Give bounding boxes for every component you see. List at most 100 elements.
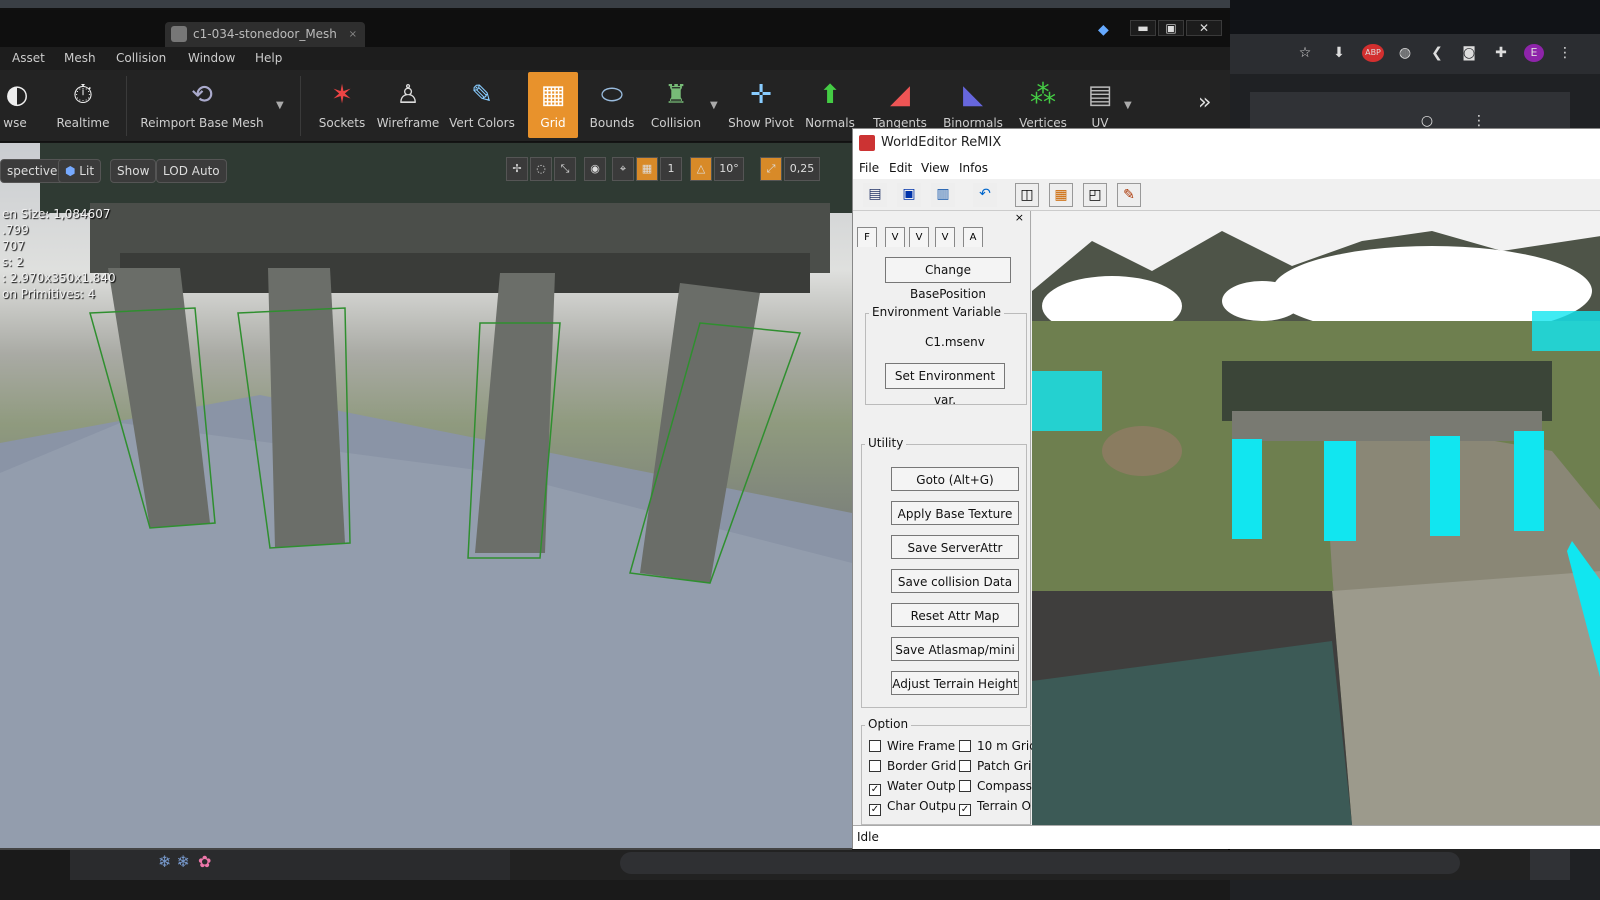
checkbox[interactable]	[959, 760, 971, 772]
adjust-terrain-height-button[interactable]: Adjust Terrain Height	[891, 671, 1019, 695]
menu-asset[interactable]: Asset	[12, 51, 45, 65]
scale-snap-value[interactable]: 0,25	[784, 157, 820, 181]
globe-icon[interactable]: ◍	[1396, 44, 1414, 62]
lit-button[interactable]: ⬢ Lit	[58, 159, 102, 183]
toolbar-collision[interactable]: ♜ Collision	[646, 72, 706, 138]
checkbox[interactable]	[959, 780, 971, 792]
lod-button[interactable]: LOD Auto	[156, 159, 227, 183]
save-serverattr-button[interactable]: Save ServerAttr	[891, 535, 1019, 559]
open-icon[interactable]: ▣	[897, 183, 921, 207]
toolbar-wireframe[interactable]: ♙ Wireframe	[376, 72, 440, 138]
checkbox-checked[interactable]: ✓	[869, 784, 881, 796]
save-icon[interactable]: ▥	[931, 183, 955, 207]
scale-mode-icon[interactable]: ⤡	[554, 157, 576, 181]
rotation-snap-value[interactable]: 10°	[714, 157, 744, 181]
checkbox-checked[interactable]: ✓	[869, 804, 881, 816]
kebab-menu-icon[interactable]: ⋮	[1556, 44, 1574, 62]
avatar[interactable]: E	[1524, 44, 1544, 62]
we-menu-edit[interactable]: Edit	[889, 161, 912, 175]
surface-snap-icon[interactable]: ⌖	[612, 157, 634, 181]
camera-icon[interactable]: ◙	[1460, 44, 1478, 62]
panel-close-icon[interactable]: ×	[1015, 211, 1024, 224]
option-patch-grid[interactable]: Patch Gric	[959, 759, 1038, 773]
new-file-icon[interactable]: ▤	[863, 183, 887, 207]
adblock-icon[interactable]: ABP	[1362, 44, 1384, 62]
move-mode-icon[interactable]: ✢	[506, 157, 528, 181]
checkbox[interactable]	[869, 740, 881, 752]
rotation-snap-icon[interactable]: △	[690, 157, 712, 181]
checkbox[interactable]	[959, 740, 971, 752]
object-icon[interactable]: ◰	[1083, 183, 1107, 207]
perspective-button[interactable]: spective	[0, 159, 65, 183]
toolbar-grid[interactable]: ▦ Grid	[528, 72, 578, 138]
overflow-chevron-icon[interactable]: »	[1198, 90, 1211, 115]
panel-tab[interactable]: V	[909, 227, 929, 247]
option-char-output[interactable]: ✓ Char Outpu	[869, 799, 956, 816]
scale-snap-icon[interactable]: ⤢	[760, 157, 782, 181]
panel-tab[interactable]: A	[963, 227, 983, 247]
reset-attr-map-button[interactable]: Reset Attr Map	[891, 603, 1019, 627]
toolbar-browse[interactable]: ◐ wse	[0, 72, 30, 138]
camera-view-icon[interactable]: ◫	[1015, 183, 1039, 207]
taskbar-strip: ❄ ❄ ✿	[70, 846, 510, 880]
checkbox[interactable]	[869, 760, 881, 772]
option-compass[interactable]: Compass	[959, 779, 1032, 793]
grid-snap-icon[interactable]: ▦	[636, 157, 658, 181]
flower-icon: ✿	[198, 852, 212, 871]
we-menu-view[interactable]: View	[921, 161, 949, 175]
panel-tab[interactable]: V	[935, 227, 955, 247]
menu-window[interactable]: Window	[188, 51, 235, 65]
we-menu-infos[interactable]: Infos	[959, 161, 988, 175]
goto-button[interactable]: Goto (Alt+G)	[891, 467, 1019, 491]
we-menu-file[interactable]: File	[859, 161, 879, 175]
toolbar-show-pivot[interactable]: ✛ Show Pivot	[726, 72, 796, 138]
panel-tab[interactable]: F	[857, 227, 877, 247]
minimize-button[interactable]: ▬	[1130, 20, 1156, 36]
toolbar-vert-colors[interactable]: ✎ Vert Colors	[446, 72, 518, 138]
option-border-grid[interactable]: Border Grid	[869, 759, 956, 773]
world-space-icon[interactable]: ◉	[584, 157, 606, 181]
ue-viewport[interactable]: spective ⬢ Lit Show LOD Auto ✢ ◌ ⤡ ◉ ⌖ ▦…	[0, 143, 852, 848]
grid-size-value[interactable]: 1	[660, 157, 682, 181]
menu-mesh[interactable]: Mesh	[64, 51, 96, 65]
set-environment-button[interactable]: Set Environment var.	[885, 363, 1005, 407]
close-button[interactable]: ✕	[1186, 20, 1222, 36]
save-collision-data-button[interactable]: Save collision Data	[891, 569, 1019, 593]
option-water-output[interactable]: ✓ Water Outp	[869, 779, 956, 796]
we-3d-view[interactable]	[1032, 211, 1600, 825]
show-button[interactable]: Show	[110, 159, 157, 183]
chevron-down-icon[interactable]: ▼	[710, 100, 718, 111]
change-baseposition-button[interactable]: Change BasePosition	[885, 257, 1011, 301]
toolbar-realtime[interactable]: ⏱ Realtime	[50, 72, 116, 138]
menu-collision[interactable]: Collision	[116, 51, 166, 65]
toolbar-reimport[interactable]: ⟲ Reimport Base Mesh	[138, 72, 266, 138]
panel-tab[interactable]: V	[885, 227, 905, 247]
apply-base-texture-button[interactable]: Apply Base Texture	[891, 501, 1019, 525]
extension-icon[interactable]: ⬇	[1330, 44, 1348, 62]
tab-close-icon[interactable]: ×	[349, 22, 357, 47]
chevron-down-icon[interactable]: ▼	[1124, 100, 1132, 111]
ue-asset-tab[interactable]: c1-034-stonedoor_Mesh ×	[165, 22, 365, 47]
brush-icon[interactable]: ✎	[1117, 183, 1141, 207]
puzzle-icon[interactable]: ✚	[1492, 44, 1510, 62]
checkbox-checked[interactable]: ✓	[959, 804, 971, 816]
undo-icon[interactable]: ↶	[973, 183, 997, 207]
toolbar-bounds[interactable]: ⬭ Bounds	[584, 72, 640, 138]
menu-help[interactable]: Help	[255, 51, 282, 65]
maximize-button[interactable]: ▣	[1158, 20, 1184, 36]
stat-line: en Size: 1,084607	[2, 207, 111, 221]
taskbar-search[interactable]	[620, 852, 1460, 874]
browser-toolbar	[1230, 34, 1600, 74]
we-toolbar: ▤ ▣ ▥ ↶ ◫ ▦ ◰ ✎	[853, 179, 1600, 211]
option-10m-grid[interactable]: 10 m Gric	[959, 739, 1036, 753]
option-terrain-output[interactable]: ✓ Terrain O	[959, 799, 1031, 816]
chevron-down-icon[interactable]: ▼	[276, 100, 284, 111]
toolbar-sockets[interactable]: ✶ Sockets	[314, 72, 370, 138]
star-icon[interactable]: ☆	[1296, 44, 1314, 62]
save-atlasmap-button[interactable]: Save Atlasmap/mini	[891, 637, 1019, 661]
back-arrow-icon[interactable]: ❮	[1428, 44, 1446, 62]
texture-icon[interactable]: ▦	[1049, 183, 1073, 207]
toolbar-normals[interactable]: ⬆ Normals	[800, 72, 860, 138]
rotate-mode-icon[interactable]: ◌	[530, 157, 552, 181]
option-wire-frame[interactable]: Wire Frame	[869, 739, 955, 753]
